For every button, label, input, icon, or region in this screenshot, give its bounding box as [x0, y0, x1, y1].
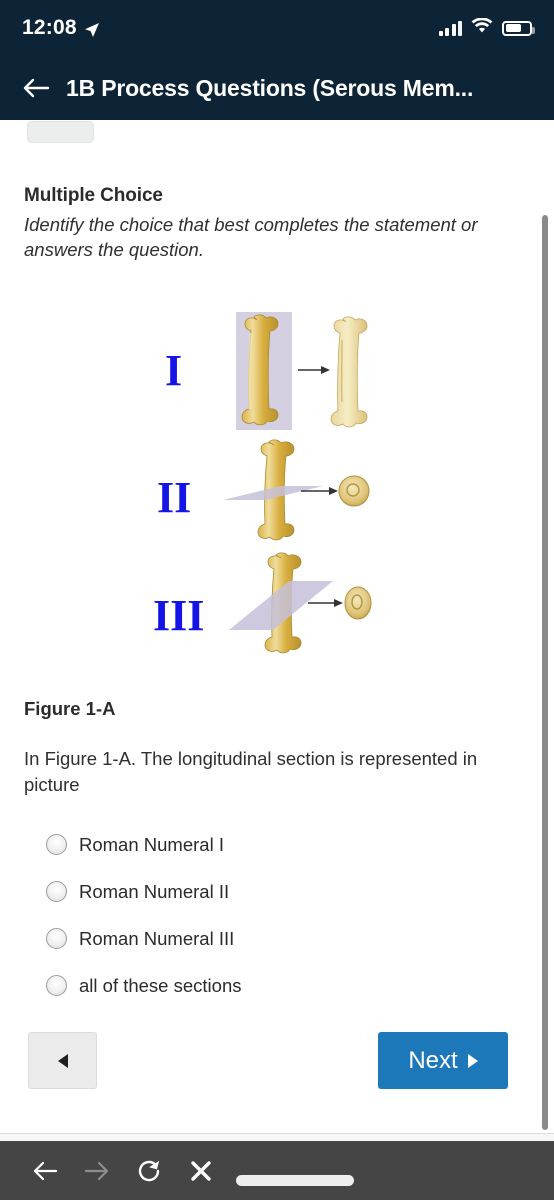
browser-forward-icon[interactable]	[82, 1156, 112, 1186]
section-result-2	[338, 475, 370, 507]
wifi-icon	[471, 16, 493, 39]
status-indicators	[438, 16, 535, 39]
url-input[interactable]	[236, 1175, 354, 1186]
app-bar: 1B Process Questions (Serous Mem...	[0, 56, 554, 120]
browser-toolbar	[0, 1141, 554, 1200]
figure-numeral-3: III	[153, 591, 204, 640]
figure-container: I II III	[24, 300, 512, 670]
radio-button-3[interactable]	[46, 928, 67, 950]
question-text: In Figure 1-A. The longitudinal section …	[24, 748, 478, 795]
page-content: Multiple Choice Identify the choice that…	[0, 120, 554, 1133]
previous-button[interactable]	[28, 1032, 97, 1089]
answer-options: Roman Numeral I Roman Numeral II Roman N…	[24, 821, 512, 1009]
clock-time: 12:08	[22, 16, 77, 39]
back-arrow-icon[interactable]	[20, 72, 52, 104]
reload-icon[interactable]	[134, 1156, 164, 1186]
page-title: 1B Process Questions (Serous Mem...	[66, 74, 474, 101]
figure-numeral-1: I	[165, 346, 182, 395]
option-row-2[interactable]: Roman Numeral II	[46, 868, 512, 915]
option-label-2: Roman Numeral II	[79, 880, 230, 902]
radio-button-4[interactable]	[46, 975, 67, 997]
browser-back-icon[interactable]	[30, 1156, 60, 1186]
quiz-content: Multiple Choice Identify the choice that…	[0, 120, 536, 1009]
location-arrow-icon	[84, 20, 100, 37]
close-icon[interactable]	[186, 1156, 216, 1186]
section-instructions: Identify the choice that best completes …	[24, 214, 478, 260]
app-root: 12:08 1B Process Questions (Serous Mem..…	[0, 0, 554, 1200]
figure-numeral-2: II	[157, 473, 191, 522]
chrome-divider	[0, 1133, 554, 1141]
option-row-4[interactable]: all of these sections	[46, 962, 512, 1009]
option-label-4: all of these sections	[79, 974, 242, 996]
cut-plane-2	[223, 486, 323, 501]
section-result-3	[344, 586, 372, 620]
radio-button-2[interactable]	[46, 881, 67, 903]
triangle-right-icon	[467, 1053, 478, 1068]
option-label-3: Roman Numeral III	[79, 927, 235, 949]
triangle-left-icon	[57, 1053, 68, 1068]
status-bar: 12:08	[0, 0, 554, 56]
section-result-1	[330, 316, 368, 428]
cellular-signal-icon	[438, 20, 462, 36]
option-row-3[interactable]: Roman Numeral III	[46, 915, 512, 962]
battery-icon	[502, 20, 535, 36]
bone-sections-diagram: I II III	[153, 312, 372, 654]
next-button-label: Next	[408, 1046, 458, 1074]
option-label-1: Roman Numeral I	[79, 833, 224, 855]
status-clock: 12:08	[22, 16, 100, 40]
radio-button-1[interactable]	[46, 834, 67, 856]
section-heading: Multiple Choice	[24, 185, 163, 206]
option-row-1[interactable]: Roman Numeral I	[46, 821, 512, 868]
next-button[interactable]: Next	[378, 1032, 508, 1089]
figure-caption: Figure 1-A	[24, 698, 116, 720]
cut-plane-3	[229, 581, 333, 631]
vertical-scrollbar[interactable]	[542, 215, 548, 1130]
navigation-row: Next	[0, 1032, 536, 1089]
